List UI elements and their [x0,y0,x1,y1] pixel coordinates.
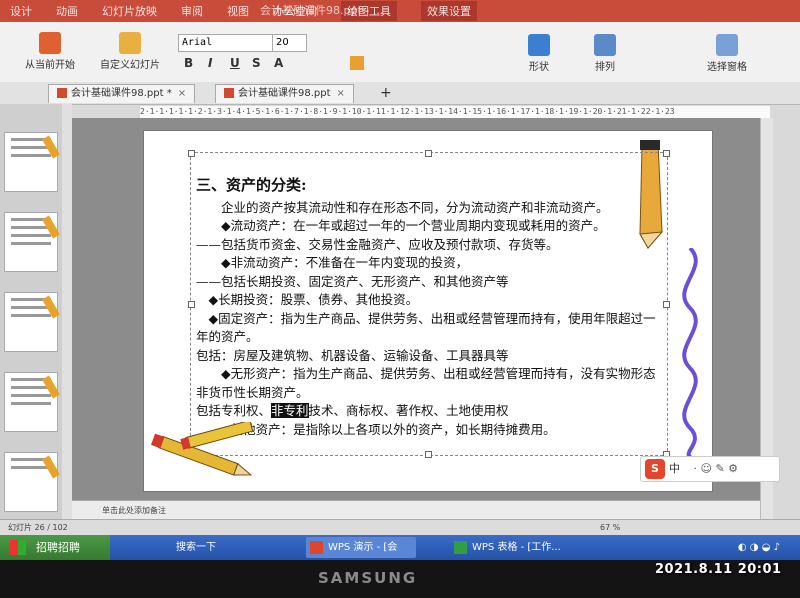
slide-thumbnail[interactable] [4,292,60,352]
menu-design[interactable]: 设计 [10,3,32,19]
shape-icon [528,34,550,56]
text-line: ——包括长期投资、固定资产、无形资产、和其他资产等 [196,273,509,289]
screen: 设计 动画 幻灯片放映 审阅 视图 办公空间 绘图工具 效果设置 会计基础课件9… [0,0,800,560]
font-color-button[interactable]: A [274,56,283,70]
menu-bar: 设计 动画 幻灯片放映 审阅 视图 办公空间 绘图工具 效果设置 会计基础课件9… [0,0,800,22]
start-from-current-button[interactable]: 从当前开始 [20,32,80,71]
italic-button[interactable]: I [208,56,212,70]
search-button[interactable]: 搜索一下 [172,537,232,558]
text-line: ◆非流动资产：不准备在一年内变现的投资， [221,255,469,270]
taskbar-item-wps-spreadsheet[interactable]: WPS 表格 - [工作... [450,537,570,558]
taskbar-item-wps-presentation[interactable]: WPS 演示 - [会计... [306,537,416,558]
window-title: 会计基础课件98.ppt - ... [260,4,384,17]
align-left-button[interactable] [350,56,364,70]
text-line: 企业的资产按其流动性和存在形态不同，分为流动资产和非流动资产。 [221,199,609,215]
ppt-icon [57,88,67,98]
play-icon [39,32,61,54]
slide-heading: 三、资产的分类: [196,176,307,194]
taskbar: 招聘招聘 搜索一下 WPS 演示 - [会计... WPS 表格 - [工作..… [0,535,800,560]
text-line: ◆流动资产：在一年或超过一年的一个营业周期内变现或耗用的资产。 [221,218,606,233]
shape-button[interactable]: 形状 [522,34,556,73]
slide-thumbnail-panel [0,104,63,519]
zoom-level[interactable]: 67 % [600,520,620,536]
system-tray[interactable]: ◐ ◑ ◒ ♪ [738,537,780,558]
select-pane-button[interactable]: 选择窗格 [700,34,754,73]
monitor-brand-logo: SAMSUNG [318,569,418,587]
slide-thumbnail[interactable] [4,212,60,272]
status-bar: 幻灯片 26 / 102 67 % [0,519,800,536]
ribbon-toolbar: 从当前开始 自定义幻灯片 Arial 20 B I U S A 形状 排列 选择… [0,22,800,83]
underline-button[interactable]: U [230,56,240,70]
text-line: ——包括货币资金、交易性金融资产、应收及预付款项、存货等。 [196,236,559,252]
arrange-icon [594,34,616,56]
slide-text[interactable]: 三、资产的分类: 企业的资产按其流动性和存在形态不同，分为流动资产和非流动资产。… [196,176,666,439]
font-name-select[interactable]: Arial [178,34,273,52]
slide-thumbnail[interactable] [4,372,60,432]
ime-mode[interactable]: 中 [669,462,680,475]
ime-toolbar[interactable]: S中 · ☺ ✎ ⚙ [640,456,780,482]
selected-text[interactable]: 非专利 [271,403,309,418]
bold-button[interactable]: B [184,56,193,70]
shadow-button[interactable]: S [252,56,261,70]
font-size-select[interactable]: 20 [272,34,307,52]
resize-handle[interactable] [188,150,195,157]
tab-doc-2[interactable]: 会计基础课件98.ppt × [215,84,354,103]
document-tab-bar: 会计基础课件98.ppt * × 会计基础课件98.ppt × + [0,82,800,105]
slide-thumbnail[interactable] [4,452,60,512]
text-line: ◆长期投资：股票、债券、其他投资。 [208,292,419,307]
menu-effects[interactable]: 效果设置 [421,1,477,21]
text-line: ◆固定资产：指为生产商品、提供劳务、出租或经营管理而持有，使用年限超过一年的资产… [196,310,656,345]
close-icon[interactable]: × [178,88,186,99]
thumbnail-scrollbar[interactable] [62,104,72,519]
decorative-squiggle [682,248,698,458]
text-line-patent: 包括专利权、非专利技术、商标权、著作权、土地使用权 [196,403,509,418]
slide-thumbnail[interactable] [4,132,60,192]
custom-show-button[interactable]: 自定义幻灯片 [95,32,165,71]
menu-slideshow[interactable]: 幻灯片放映 [102,3,157,19]
resize-handle[interactable] [188,301,195,308]
tab-doc-1[interactable]: 会计基础课件98.ppt * × [48,84,196,103]
text-line: 包括：房屋及建筑物、机器设备、运输设备、工具器具等 [196,347,509,363]
windows-icon [10,540,26,555]
resize-handle[interactable] [663,150,670,157]
resize-handle[interactable] [425,150,432,157]
slide-counter: 幻灯片 26 / 102 [8,523,68,532]
ime-tools-icon[interactable]: · ☺ ✎ ⚙ [694,462,739,475]
select-pane-icon [716,34,738,56]
ppt-icon [224,88,234,98]
wps-spreadsheet-icon [454,541,467,554]
menu-view[interactable]: 视图 [227,3,249,19]
resize-handle[interactable] [425,451,432,458]
menu-animation[interactable]: 动画 [56,3,78,19]
photo-timestamp: 2021.8.11 20:01 [655,562,782,577]
slides-icon [119,32,141,54]
menu-review[interactable]: 审阅 [181,3,203,19]
text-line: ◆无形资产：指为生产商品、提供劳务、出租或经营管理而持有，没有实物形态非货币性长… [196,366,656,400]
close-icon[interactable]: × [337,88,345,99]
sogou-icon: S [645,459,665,479]
wps-presentation-icon [310,541,323,554]
start-button[interactable]: 招聘招聘 [0,535,110,560]
pencils-illustration [151,422,254,476]
new-tab-button[interactable]: + [372,84,400,102]
arrange-button[interactable]: 排列 [588,34,622,73]
notes-pane[interactable]: 单击此处添加备注 [72,500,760,519]
